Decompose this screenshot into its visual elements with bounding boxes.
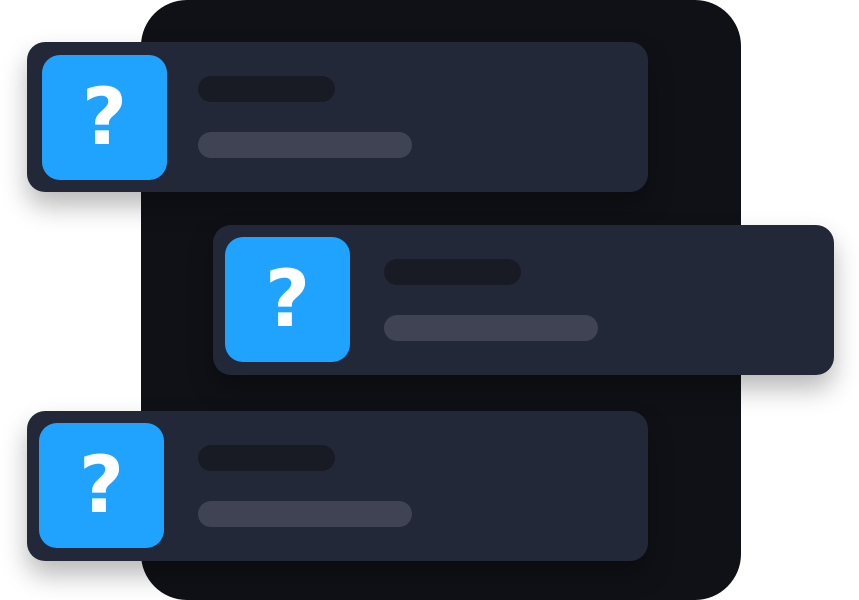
subtitle-placeholder	[198, 132, 412, 158]
question-mark-icon: ?	[225, 237, 350, 362]
list-item-card[interactable]: ?	[213, 225, 834, 375]
list-item-card[interactable]: ?	[27, 411, 648, 561]
list-item-card[interactable]: ?	[27, 42, 648, 192]
title-placeholder	[198, 445, 335, 471]
question-mark-icon: ?	[39, 423, 164, 548]
question-mark-icon: ?	[42, 55, 167, 180]
subtitle-placeholder	[198, 501, 412, 527]
title-placeholder	[198, 76, 335, 102]
title-placeholder	[384, 259, 521, 285]
subtitle-placeholder	[384, 315, 598, 341]
